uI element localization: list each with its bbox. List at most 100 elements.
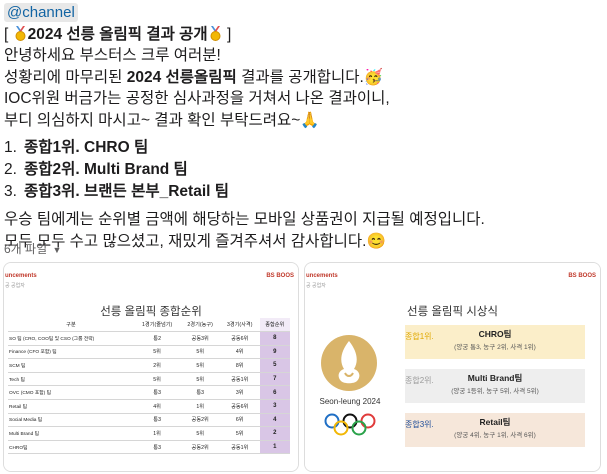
table-cell: 1위: [133, 426, 181, 441]
thanks-line: 모두 모두 수고 많으셨고, 재밌게 즐겨주셔서 감사합니다.😊: [4, 232, 386, 250]
award-detail: (양궁 4위, 농구 1위, 사격 6위): [454, 432, 536, 439]
table-row: Retail 팀 4위 1위 공동6위 3: [8, 399, 290, 414]
sheet-title: 선릉 올림픽 종합순위: [100, 306, 202, 318]
result-line: 성황리에 마무리된 2024 선릉올림픽 결과를 공개합니다.🥳: [4, 68, 384, 86]
sheet-header-left: uncements: [5, 273, 37, 279]
table-row: SCM 팀 2위 5위 8위 5: [8, 358, 290, 373]
table-row: CHRO팀 통3 공동2위 공동1위 1: [8, 440, 290, 455]
sheet-title: 선릉 올림픽 시상식: [406, 306, 499, 318]
table-cell: 5위: [219, 426, 260, 441]
chevron-down-icon: ▼: [52, 245, 62, 255]
table-cell: 공동1위: [219, 440, 260, 455]
table-cell: Retail 팀: [8, 399, 134, 414]
sheet-header-logo: BS BOOS: [568, 273, 596, 279]
table-cell: 8위: [219, 358, 260, 373]
award-team: CHRO팀: [478, 329, 512, 339]
sheet-header-sub: 공 공업자: [306, 283, 326, 289]
message-title: [ 2024 선릉 올림픽 결과 공개 ]: [4, 25, 232, 43]
table-row: Tech 팀 5위 5위 공동1위 7: [8, 372, 290, 387]
title-text: 2024 선릉 올림픽 결과 공개: [27, 25, 208, 43]
table-cell: SO 팀 (CRO, COO팀 및 CSO (그룹 전략): [8, 331, 134, 346]
table-header-row: 구분 1경기(줄넘기) 2경기(농구) 3경기(사격) 종합순위: [8, 318, 290, 332]
table-row: SO 팀 (CRO, COO팀 및 CSO (그룹 전략) 통2 공동3위 공동6위 8: [8, 331, 290, 346]
sheet-header-logo: BS BOOS: [266, 273, 294, 279]
column-header: 구분: [8, 318, 134, 332]
column-header: 1경기(줄넘기): [133, 318, 181, 332]
table-cell: Tech 팀: [8, 372, 134, 387]
final-rank-cell: 3: [259, 399, 290, 414]
final-rank-cell: 5: [259, 358, 290, 373]
table-cell: 2위: [133, 358, 181, 373]
table-cell: 5위: [180, 372, 220, 387]
file-preview: uncements 공 공업자 BS BOOS 선릉 올림픽 종합순위 구분 1…: [4, 263, 298, 471]
final-rank-cell: 6: [259, 385, 290, 400]
final-rank-cell: 2: [259, 426, 290, 441]
table-cell: 5위: [133, 372, 181, 387]
final-rank-cell: 1: [259, 440, 290, 455]
sheet-header-left: uncements: [306, 273, 338, 279]
column-header: 2경기(농구): [180, 318, 220, 332]
greeting-line: 안녕하세요 부스터스 크루 여러분!: [4, 47, 221, 64]
prize-line: 우승 팀에게는 순위별 금액에 해당하는 모바일 상품권이 지급될 예정입니다.: [4, 211, 485, 228]
award-detail: (양궁 1등위, 농구 5위, 사격 5위): [451, 388, 539, 395]
award-team: Multi Brand팀: [467, 373, 523, 383]
message-body: @channel [ 2024 선릉 올림픽 결과 공개 ] 안녕하세요 부스터…: [4, 0, 604, 252]
table-cell: 공동2위: [180, 413, 220, 428]
table-cell: 4위: [133, 399, 181, 414]
table-cell: 공동2위: [180, 440, 220, 455]
final-rank-cell: 9: [259, 345, 290, 360]
ranking-table: 구분 1경기(줄넘기) 2경기(농구) 3경기(사격) 종합순위 SO 팀 (C…: [8, 318, 290, 455]
table-cell: 통3: [133, 385, 181, 400]
table-cell: 5위: [180, 345, 220, 360]
column-header: 종합순위: [259, 318, 290, 332]
party-emoji-icon: 🥳: [363, 68, 384, 86]
list-item: 2. 종합2위. Multi Brand 팀: [4, 161, 188, 178]
final-rank-cell: 7: [259, 372, 290, 387]
olympic-rings-icon: [324, 413, 376, 436]
table-cell: 공동6위: [219, 331, 260, 346]
logo-text: Seon-leung 2024: [319, 397, 381, 406]
table-cell: 공동1위: [219, 372, 260, 387]
file-preview: uncements 공 공업자 BS BOOS 선릉 올림픽 시상식 Seon-…: [305, 263, 600, 471]
table-cell: 통3: [133, 440, 181, 455]
table-cell: 1위: [180, 399, 220, 414]
table-cell: 공동6위: [219, 399, 260, 414]
table-row: OVC (CMO 포함) 팀 통3 통3 3위 6: [8, 385, 290, 400]
column-header: 3경기(사격): [219, 318, 260, 332]
list-item: 3. 종합3위. 브랜든 본부_Retail 팀: [4, 183, 230, 200]
table-cell: Social Media 팀: [8, 413, 134, 428]
table-cell: CHRO팀: [8, 440, 134, 455]
pray-emoji-icon: 🙏: [300, 111, 320, 129]
table-cell: 공동3위: [180, 331, 220, 346]
table-row: Social Media 팀 통3 공동2위 6위 4: [8, 413, 290, 428]
table-cell: 통3: [180, 385, 220, 400]
final-rank-cell: 4: [259, 413, 290, 428]
table-cell: OVC (CMO 포함) 팀: [8, 385, 134, 400]
table-cell: 5위: [133, 345, 181, 360]
gold-medal-icon: [210, 25, 221, 41]
file-attachment-ceremony[interactable]: uncements 공 공업자 BS BOOS 선릉 올림픽 시상식 Seon-…: [304, 262, 601, 472]
files-toggle[interactable]: 6개 파일 ▼: [4, 240, 61, 257]
files-count: 6개 파일: [4, 242, 48, 256]
gold-medal-icon: [15, 25, 26, 41]
channel-mention[interactable]: @channel: [4, 3, 78, 22]
sheet-header-sub: 공 공업자: [5, 283, 25, 289]
table-cell: 통3: [133, 413, 181, 428]
final-rank-cell: 8: [259, 331, 290, 346]
table-row: Finance (CFO 포함) 팀 5위 5위 4위 9: [8, 345, 290, 360]
file-attachment-ranking[interactable]: uncements 공 공업자 BS BOOS 선릉 올림픽 종합순위 구분 1…: [3, 262, 299, 472]
table-cell: 5위: [180, 358, 220, 373]
award-detail: (양궁 통3, 농구 2위, 사격 1위): [454, 344, 536, 351]
table-cell: 3위: [219, 385, 260, 400]
table-cell: SCM 팀: [8, 358, 134, 373]
ranking-list: 1. 종합1위. CHRO 팀 2. 종합2위. Multi Brand 팀 3. 종…: [4, 137, 604, 203]
table-row: Multi Brand 팀 1위 5위 5위 2: [8, 426, 290, 441]
table-cell: 5위: [180, 426, 220, 441]
table-cell: 6위: [219, 413, 260, 428]
table-cell: 4위: [219, 345, 260, 360]
award-team: Retail팀: [479, 417, 511, 427]
smile-emoji-icon: 😊: [366, 232, 386, 250]
list-item: 1. 종합1위. CHRO 팀: [4, 139, 149, 156]
table-cell: Multi Brand 팀: [8, 426, 134, 441]
request-line: 부디 의심하지 마시고~ 결과 확인 부탁드려요~🙏: [4, 111, 320, 129]
